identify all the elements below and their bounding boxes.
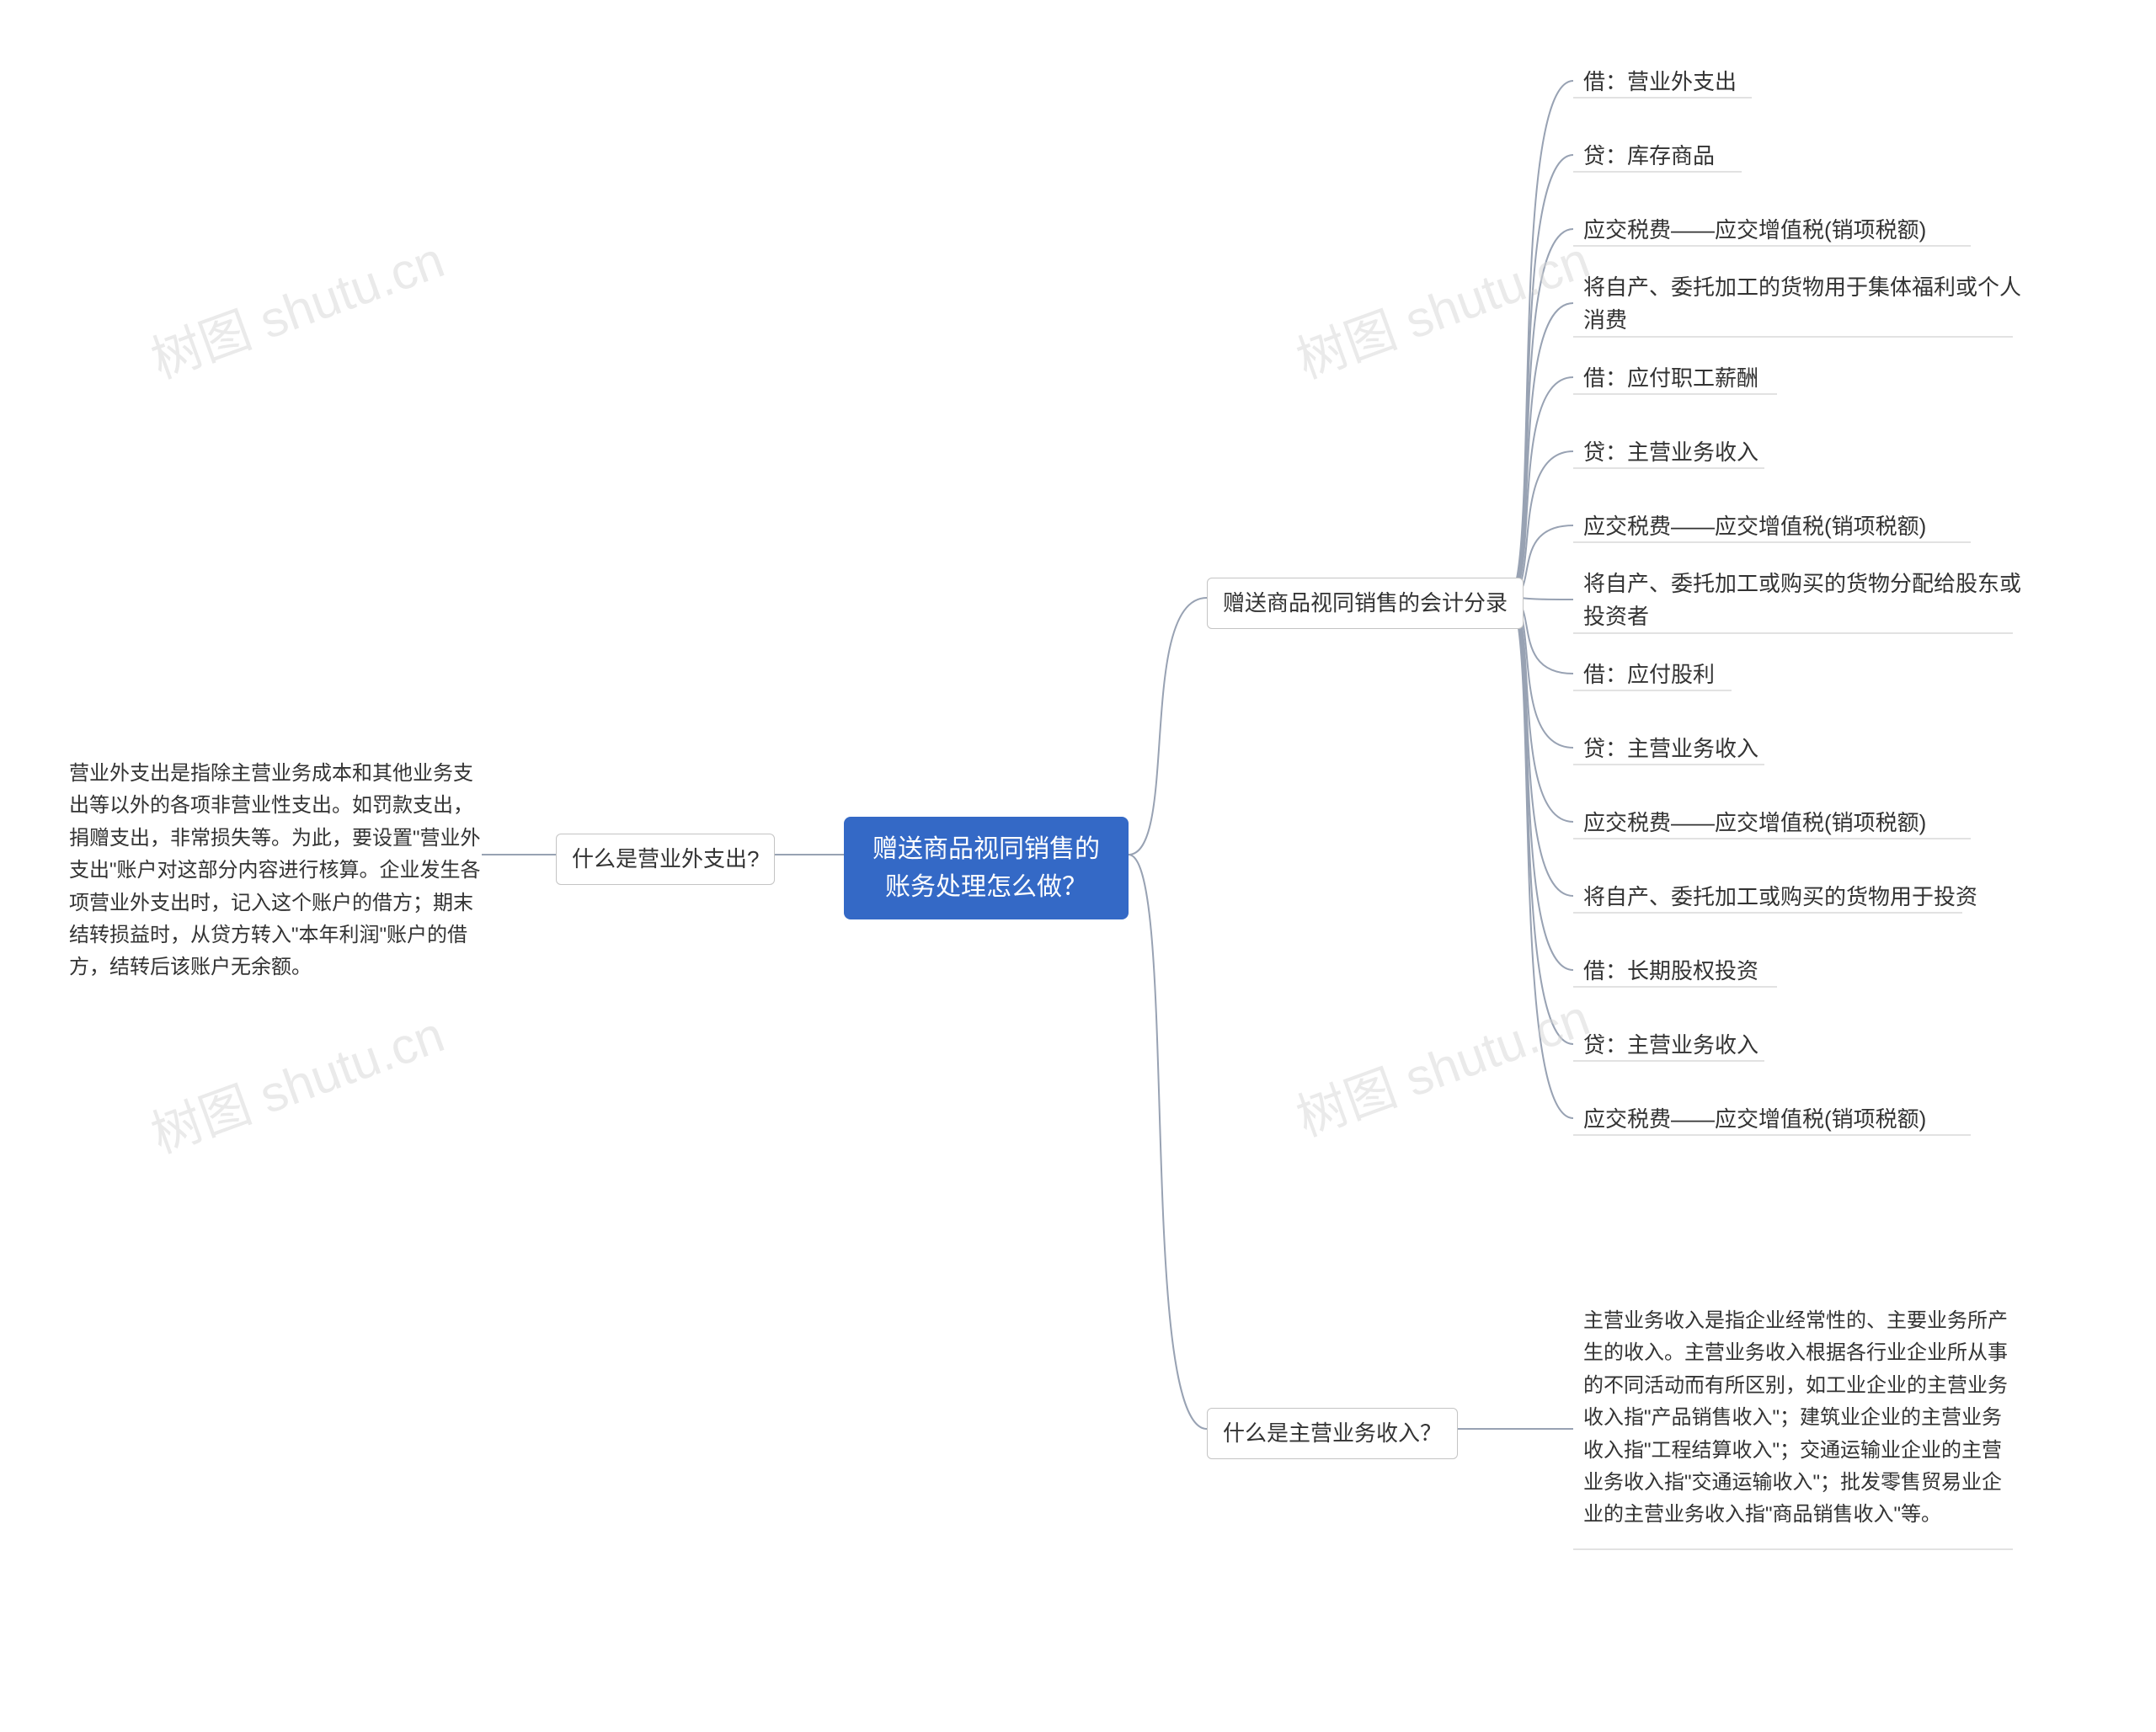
leaf-item: 应交税费——应交增值税(销项税额) [1583,510,2021,543]
right-branch-2[interactable]: 什么是主营业务收入？ [1207,1408,1458,1459]
leaf-item: 将自产、委托加工的货物用于集体福利或个人消费 [1583,271,2021,337]
leaf-item: 贷：主营业务收入 [1583,436,2004,469]
leaf-item: 借：营业外支出 [1583,66,2004,99]
right-branch-2-paragraph: 主营业务收入是指企业经常性的、主要业务所产生的收入。主营业务收入根据各行业企业所… [1583,1305,2013,1532]
leaf-item: 应交税费——应交增值税(销项税额) [1583,807,2021,839]
leaf-item: 应交税费——应交增值税(销项税额) [1583,214,2021,247]
leaf-item: 借：应付职工薪酬 [1583,362,2004,395]
leaf-item: 借：应付股利 [1583,658,2004,691]
leaf-item: 贷：库存商品 [1583,140,2004,173]
root-node[interactable]: 赠送商品视同销售的账务处理怎么做？ [844,817,1129,919]
leaf-item: 将自产、委托加工或购买的货物用于投资 [1583,881,2021,914]
leaf-item: 应交税费——应交增值税(销项税额) [1583,1103,2021,1136]
left-paragraph: 营业外支出是指除主营业务成本和其他业务支出等以外的各项非营业性支出。如罚款支出，… [69,758,482,984]
left-branch[interactable]: 什么是营业外支出? [556,834,775,885]
right-branch-1[interactable]: 赠送商品视同销售的会计分录 [1207,578,1524,629]
leaf-item: 将自产、委托加工或购买的货物分配给股东或投资者 [1583,568,2021,633]
leaf-item: 贷：主营业务收入 [1583,1029,2004,1062]
leaf-item: 贷：主营业务收入 [1583,733,2004,765]
leaf-item: 借：长期股权投资 [1583,955,2004,988]
